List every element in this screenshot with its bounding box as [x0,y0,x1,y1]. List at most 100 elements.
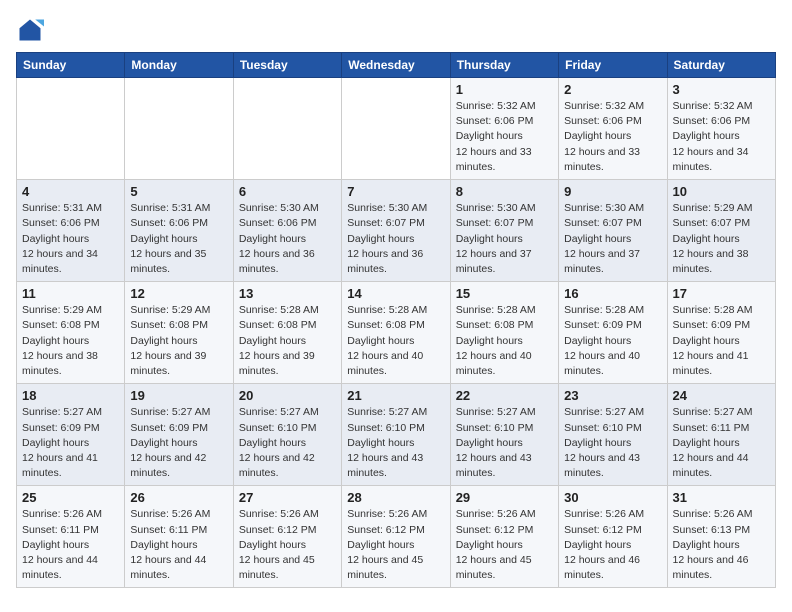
day-number: 31 [673,490,770,505]
day-detail: Sunrise: 5:26 AMSunset: 6:13 PMDaylight … [673,507,770,583]
weekday-header-wednesday: Wednesday [342,53,450,78]
day-detail: Sunrise: 5:30 AMSunset: 6:06 PMDaylight … [239,201,336,277]
day-detail: Sunrise: 5:27 AMSunset: 6:11 PMDaylight … [673,405,770,481]
day-detail: Sunrise: 5:29 AMSunset: 6:07 PMDaylight … [673,201,770,277]
calendar-cell: 11Sunrise: 5:29 AMSunset: 6:08 PMDayligh… [17,282,125,384]
calendar-week-4: 18 Sunrise: 5:27 AMSunset: 6:09 PMDayligh… [17,384,776,486]
day-detail: Sunrise: 5:29 AMSunset: 6:08 PMDaylight … [130,303,227,379]
day-detail: Sunrise: 5:27 AMSunset: 6:09 PMDaylight … [130,405,227,481]
calendar-cell: 14Sunrise: 5:28 AMSunset: 6:08 PMDayligh… [342,282,450,384]
calendar-cell [342,78,450,180]
calendar-cell: 12 Sunrise: 5:29 AMSunset: 6:08 PMDayligh… [125,282,233,384]
calendar-cell: 28Sunrise: 5:26 AMSunset: 6:12 PMDayligh… [342,486,450,588]
calendar-cell: 13 Sunrise: 5:28 AMSunset: 6:08 PMDayligh… [233,282,341,384]
day-detail: Sunrise: 5:27 AMSunset: 6:10 PMDaylight … [347,405,444,481]
calendar-cell: 16 Sunrise: 5:28 AMSunset: 6:09 PMDayligh… [559,282,667,384]
day-number: 28 [347,490,444,505]
day-detail: Sunrise: 5:31 AMSunset: 6:06 PMDaylight … [130,201,227,277]
calendar-cell: 24 Sunrise: 5:27 AMSunset: 6:11 PMDayligh… [667,384,775,486]
day-number: 27 [239,490,336,505]
calendar-cell: 25 Sunrise: 5:26 AMSunset: 6:11 PMDayligh… [17,486,125,588]
day-number: 10 [673,184,770,199]
day-number: 23 [564,388,661,403]
calendar-cell: 29Sunrise: 5:26 AMSunset: 6:12 PMDayligh… [450,486,558,588]
calendar-cell [233,78,341,180]
page-header [16,16,776,44]
calendar-cell: 30 Sunrise: 5:26 AMSunset: 6:12 PMDayligh… [559,486,667,588]
day-detail: Sunrise: 5:26 AMSunset: 6:12 PMDaylight … [564,507,661,583]
weekday-header-sunday: Sunday [17,53,125,78]
day-detail: Sunrise: 5:32 AMSunset: 6:06 PMDaylight … [673,99,770,175]
day-number: 30 [564,490,661,505]
day-number: 6 [239,184,336,199]
calendar-week-1: 1 Sunrise: 5:32 AMSunset: 6:06 PMDaylight… [17,78,776,180]
logo [16,16,48,44]
weekday-header-monday: Monday [125,53,233,78]
calendar-cell: 21 Sunrise: 5:27 AMSunset: 6:10 PMDayligh… [342,384,450,486]
weekday-header-saturday: Saturday [667,53,775,78]
day-number: 12 [130,286,227,301]
day-detail: Sunrise: 5:30 AMSunset: 6:07 PMDaylight … [456,201,553,277]
calendar-cell: 20 Sunrise: 5:27 AMSunset: 6:10 PMDayligh… [233,384,341,486]
weekday-header-tuesday: Tuesday [233,53,341,78]
day-detail: Sunrise: 5:31 AMSunset: 6:06 PMDaylight … [22,201,119,277]
calendar-cell: 1 Sunrise: 5:32 AMSunset: 6:06 PMDaylight… [450,78,558,180]
day-number: 22 [456,388,553,403]
calendar-cell: 23 Sunrise: 5:27 AMSunset: 6:10 PMDayligh… [559,384,667,486]
day-detail: Sunrise: 5:28 AMSunset: 6:08 PMDaylight … [456,303,553,379]
day-detail: Sunrise: 5:28 AMSunset: 6:08 PMDaylight … [239,303,336,379]
weekday-header-friday: Friday [559,53,667,78]
day-number: 14 [347,286,444,301]
calendar-cell: 10 Sunrise: 5:29 AMSunset: 6:07 PMDayligh… [667,180,775,282]
calendar-cell: 19Sunrise: 5:27 AMSunset: 6:09 PMDayligh… [125,384,233,486]
day-detail: Sunrise: 5:30 AMSunset: 6:07 PMDaylight … [347,201,444,277]
day-number: 24 [673,388,770,403]
calendar-cell: 26Sunrise: 5:26 AMSunset: 6:11 PMDayligh… [125,486,233,588]
day-detail: Sunrise: 5:26 AMSunset: 6:12 PMDaylight … [239,507,336,583]
day-number: 5 [130,184,227,199]
day-detail: Sunrise: 5:27 AMSunset: 6:10 PMDaylight … [456,405,553,481]
calendar-cell: 27 Sunrise: 5:26 AMSunset: 6:12 PMDayligh… [233,486,341,588]
weekday-header-row: SundayMondayTuesdayWednesdayThursdayFrid… [17,53,776,78]
calendar-cell: 6 Sunrise: 5:30 AMSunset: 6:06 PMDaylight… [233,180,341,282]
weekday-header-thursday: Thursday [450,53,558,78]
day-detail: Sunrise: 5:26 AMSunset: 6:11 PMDaylight … [130,507,227,583]
calendar-week-5: 25 Sunrise: 5:26 AMSunset: 6:11 PMDayligh… [17,486,776,588]
calendar-cell: 3 Sunrise: 5:32 AMSunset: 6:06 PMDaylight… [667,78,775,180]
day-number: 20 [239,388,336,403]
day-number: 13 [239,286,336,301]
calendar-cell: 5 Sunrise: 5:31 AMSunset: 6:06 PMDaylight… [125,180,233,282]
day-detail: Sunrise: 5:27 AMSunset: 6:10 PMDaylight … [564,405,661,481]
day-number: 21 [347,388,444,403]
calendar-cell: 4 Sunrise: 5:31 AMSunset: 6:06 PMDaylight… [17,180,125,282]
calendar-cell: 9Sunrise: 5:30 AMSunset: 6:07 PMDaylight… [559,180,667,282]
day-detail: Sunrise: 5:28 AMSunset: 6:09 PMDaylight … [564,303,661,379]
calendar-week-3: 11Sunrise: 5:29 AMSunset: 6:08 PMDayligh… [17,282,776,384]
day-detail: Sunrise: 5:32 AMSunset: 6:06 PMDaylight … [456,99,553,175]
day-number: 15 [456,286,553,301]
day-number: 3 [673,82,770,97]
day-number: 16 [564,286,661,301]
day-detail: Sunrise: 5:32 AMSunset: 6:06 PMDaylight … [564,99,661,175]
calendar-cell: 17Sunrise: 5:28 AMSunset: 6:09 PMDayligh… [667,282,775,384]
day-number: 25 [22,490,119,505]
day-detail: Sunrise: 5:26 AMSunset: 6:12 PMDaylight … [456,507,553,583]
calendar-table: SundayMondayTuesdayWednesdayThursdayFrid… [16,52,776,588]
day-detail: Sunrise: 5:26 AMSunset: 6:11 PMDaylight … [22,507,119,583]
day-detail: Sunrise: 5:29 AMSunset: 6:08 PMDaylight … [22,303,119,379]
calendar-cell [17,78,125,180]
day-detail: Sunrise: 5:27 AMSunset: 6:10 PMDaylight … [239,405,336,481]
calendar-week-2: 4 Sunrise: 5:31 AMSunset: 6:06 PMDaylight… [17,180,776,282]
day-number: 18 [22,388,119,403]
calendar-cell [125,78,233,180]
day-number: 7 [347,184,444,199]
day-number: 17 [673,286,770,301]
calendar-cell: 2Sunrise: 5:32 AMSunset: 6:06 PMDaylight… [559,78,667,180]
day-detail: Sunrise: 5:27 AMSunset: 6:09 PMDaylight … [22,405,119,481]
day-number: 4 [22,184,119,199]
calendar-cell: 18 Sunrise: 5:27 AMSunset: 6:09 PMDayligh… [17,384,125,486]
day-number: 1 [456,82,553,97]
logo-icon [16,16,44,44]
calendar-cell: 31 Sunrise: 5:26 AMSunset: 6:13 PMDayligh… [667,486,775,588]
day-number: 8 [456,184,553,199]
